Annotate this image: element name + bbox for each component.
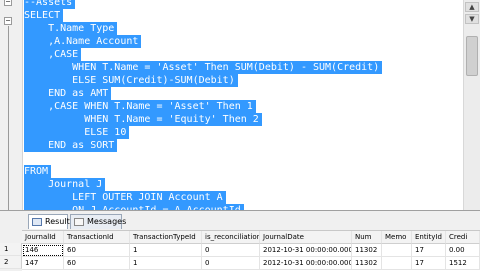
grid-cell[interactable]: 2012-10-31 00:00:00.000 (260, 257, 352, 270)
grid-cell[interactable]: 147 (22, 257, 64, 270)
grid-cell[interactable]: 60 (64, 257, 130, 270)
column-header[interactable]: EntityId (412, 231, 446, 244)
selected-code-text: LEFT OUTER JOIN Account A (24, 191, 226, 204)
code-line[interactable]: SELECT (24, 9, 64, 22)
row-header[interactable]: 2 (0, 256, 22, 269)
code-line[interactable]: ELSE SUM(Credit)-SUM(Debit) (24, 74, 238, 87)
column-header[interactable]: Num (352, 231, 382, 244)
selected-code-text: T.Name Type (24, 22, 118, 35)
outline-guide (8, 26, 9, 210)
grid-cell[interactable]: 1 (130, 257, 202, 270)
selected-code-text: --Assets (24, 0, 76, 9)
selected-code-text: WHEN T.Name = 'Equity' Then 2 (24, 113, 262, 126)
code-line[interactable]: --Assets (24, 0, 76, 9)
tab-messages-label: Messages (87, 217, 127, 226)
selected-code-text: ELSE SUM(Credit)-SUM(Debit) (24, 74, 238, 87)
selected-code-text: ,CASE WHEN T.Name = 'Asset' Then 1 (24, 100, 256, 113)
selected-code-text: FROM (24, 165, 52, 178)
column-header[interactable]: is_reconciliation (202, 231, 260, 244)
column-header[interactable]: JournalDate (260, 231, 352, 244)
tab-messages[interactable]: Messages (70, 214, 126, 229)
tab-results[interactable]: Results (28, 214, 74, 229)
code-line[interactable]: LEFT OUTER JOIN Account A (24, 191, 226, 204)
selected-code-text: WHEN T.Name = 'Asset' Then SUM(Debit) - … (24, 61, 383, 74)
column-header[interactable]: Memo (382, 231, 412, 244)
code-line[interactable]: WHEN T.Name = 'Asset' Then SUM(Debit) - … (24, 61, 383, 74)
code-line[interactable]: ,CASE (24, 48, 82, 61)
row-header[interactable]: 1 (0, 243, 22, 256)
grid-cell[interactable]: 17 (412, 244, 446, 257)
grid-cell[interactable]: 11302 (352, 257, 382, 270)
vertical-scrollbar[interactable]: ▲ ▼ (463, 0, 480, 210)
collapse-toggle-icon[interactable]: − (4, 17, 12, 25)
code-line[interactable]: T.Name Type (24, 22, 118, 35)
grid-cell[interactable]: 60 (64, 244, 130, 257)
sql-editor[interactable]: − − --Assets SELECT T.Name Type ,A.Name A… (0, 0, 480, 210)
code-line[interactable]: Journal J (24, 178, 106, 191)
selected-code-text: END as AMT (24, 87, 112, 100)
scroll-down-icon[interactable]: ▼ (465, 14, 479, 24)
grid-cell[interactable]: 11302 (352, 244, 382, 257)
code-line[interactable]: FROM (24, 165, 52, 178)
message-icon (74, 218, 84, 226)
results-pane: Results Messages JournalId TransactionId T… (0, 210, 480, 272)
column-header[interactable]: JournalId (22, 231, 64, 244)
column-header[interactable]: TransactionId (64, 231, 130, 244)
grid-cell[interactable]: 1512 (446, 257, 480, 270)
code-line[interactable]: ,A.Name Account (24, 35, 142, 48)
results-tabs: Results Messages (0, 214, 480, 230)
grid-cell[interactable]: 0 (202, 244, 260, 257)
code-line[interactable] (24, 152, 31, 165)
grid-cell[interactable]: 2012-10-31 00:00:00.000 (260, 244, 352, 257)
grid-cell[interactable]: 1 (130, 244, 202, 257)
grid-cell[interactable] (382, 244, 412, 257)
selected-code-text: ELSE 10 (24, 126, 130, 139)
grid-cell[interactable] (382, 257, 412, 270)
scroll-thumb[interactable] (466, 36, 478, 76)
grid-cell[interactable]: 146 (22, 244, 64, 257)
scroll-up-icon[interactable]: ▲ (465, 2, 479, 12)
grid-cell[interactable]: 0.00 (446, 244, 480, 257)
collapse-toggle-icon[interactable]: − (4, 0, 12, 6)
code-line[interactable]: END as SORT (24, 139, 118, 152)
column-header[interactable]: TransactionTypeId (130, 231, 202, 244)
selected-code-text: Journal J (24, 178, 106, 191)
selected-code-text: END as SORT (24, 139, 118, 152)
results-grid[interactable]: JournalId TransactionId TransactionTypeId i… (22, 230, 480, 272)
grid-icon (32, 218, 42, 226)
code-line[interactable]: WHEN T.Name = 'Equity' Then 2 (24, 113, 262, 126)
selected-code-text: ,A.Name Account (24, 35, 142, 48)
selected-code-text: SELECT (24, 9, 64, 22)
code-line[interactable]: ELSE 10 (24, 126, 130, 139)
grid-cell[interactable]: 17 (412, 257, 446, 270)
selected-code-text: ,CASE (24, 48, 82, 61)
code-line[interactable]: END as AMT (24, 87, 112, 100)
column-header[interactable]: Credi (446, 231, 480, 244)
editor-gutter: − − (0, 0, 23, 210)
code-line[interactable]: ,CASE WHEN T.Name = 'Asset' Then 1 (24, 100, 256, 113)
grid-cell[interactable]: 0 (202, 257, 260, 270)
